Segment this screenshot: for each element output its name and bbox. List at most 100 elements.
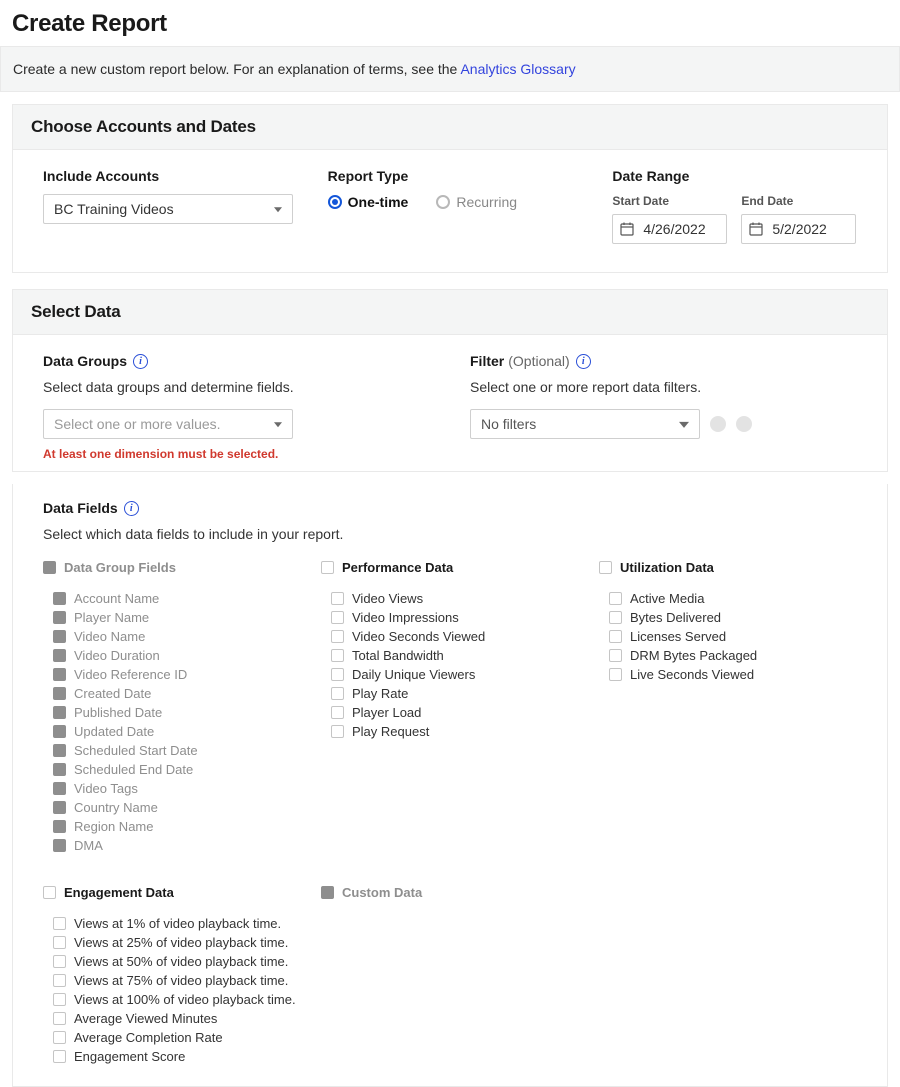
info-icon[interactable]: i [124,501,139,516]
field-checkbox[interactable] [53,801,66,814]
field-checkbox[interactable] [53,725,66,738]
field-checkbox[interactable] [331,611,344,624]
field-item: DRM Bytes Packaged [609,646,857,665]
field-checkbox[interactable] [53,839,66,852]
field-item: Views at 50% of video playback time. [53,952,301,971]
field-checkbox[interactable] [331,649,344,662]
field-label-text: Created Date [74,686,151,701]
field-label-text: Published Date [74,705,162,720]
field-checkbox[interactable] [53,668,66,681]
field-item: Play Request [331,722,579,741]
start-date-label: Start Date [612,194,727,208]
data-fields-label: Data Fields [43,500,118,516]
field-item: Total Bandwidth [331,646,579,665]
field-checkbox[interactable] [53,917,66,930]
select-data-header: Select Data [13,290,887,335]
field-item: Video Tags [53,779,301,798]
field-checkbox[interactable] [53,820,66,833]
field-label-text: Bytes Delivered [630,610,721,625]
analytics-glossary-link[interactable]: Analytics Glossary [460,61,575,77]
field-checkbox[interactable] [609,611,622,624]
data-group-fields-checkbox[interactable] [43,561,56,574]
field-item: Updated Date [53,722,301,741]
date-range-col: Date Range Start Date 4/26/2022 End Date [612,168,857,244]
field-checkbox[interactable] [609,649,622,662]
utilization-data-checkbox[interactable] [599,561,612,574]
performance-data-list: Video ViewsVideo ImpressionsVideo Second… [331,589,579,741]
engagement-data-checkbox[interactable] [43,886,56,899]
field-label-text: Daily Unique Viewers [352,667,475,682]
end-date-input[interactable]: 5/2/2022 [741,214,856,244]
intro-text: Create a new custom report below. For an… [13,61,460,77]
data-groups-label: Data Groups [43,353,127,369]
field-checkbox[interactable] [53,1012,66,1025]
field-checkbox[interactable] [331,687,344,700]
report-type-recurring-radio[interactable]: Recurring [436,194,517,210]
field-label-text: Account Name [74,591,159,606]
field-item: Country Name [53,798,301,817]
field-checkbox[interactable] [53,1031,66,1044]
performance-data-checkbox[interactable] [321,561,334,574]
chevron-down-icon [274,422,282,427]
field-checkbox[interactable] [53,782,66,795]
field-checkbox[interactable] [53,993,66,1006]
field-checkbox[interactable] [53,592,66,605]
field-checkbox[interactable] [609,630,622,643]
filter-select[interactable]: No filters [470,409,700,439]
radio-unselected-icon [436,195,450,209]
field-label-text: Average Viewed Minutes [74,1011,217,1026]
report-type-one-time-radio[interactable]: One-time [328,194,409,210]
field-checkbox[interactable] [331,592,344,605]
calendar-icon [749,222,763,236]
field-label-text: Video Reference ID [74,667,187,682]
field-checkbox[interactable] [331,668,344,681]
start-date-input[interactable]: 4/26/2022 [612,214,727,244]
filter-remove-button[interactable] [710,416,726,432]
field-checkbox[interactable] [53,630,66,643]
field-checkbox[interactable] [331,630,344,643]
field-label-text: Video Impressions [352,610,459,625]
page-title: Create Report [12,10,900,38]
field-item: Views at 25% of video playback time. [53,933,301,952]
field-item: Daily Unique Viewers [331,665,579,684]
field-checkbox[interactable] [53,955,66,968]
date-range-label: Date Range [612,168,857,184]
field-checkbox[interactable] [53,744,66,757]
field-item: Video Duration [53,646,301,665]
data-fields-section: Data Fields i Select which data fields t… [12,484,888,1087]
field-checkbox[interactable] [53,611,66,624]
data-groups-select[interactable]: Select one or more values. [43,409,293,439]
custom-data-checkbox[interactable] [321,886,334,899]
data-fields-desc: Select which data fields to include in y… [43,526,857,542]
field-label-text: Player Name [74,610,149,625]
engagement-data-title: Engagement Data [64,885,174,900]
field-checkbox[interactable] [53,649,66,662]
field-checkbox[interactable] [609,592,622,605]
field-checkbox[interactable] [53,1050,66,1063]
filter-add-button[interactable] [736,416,752,432]
field-label-text: DRM Bytes Packaged [630,648,757,663]
field-checkbox[interactable] [53,763,66,776]
start-date-value: 4/26/2022 [643,221,705,237]
field-item: Account Name [53,589,301,608]
radio-selected-icon [328,195,342,209]
field-item: Published Date [53,703,301,722]
field-label-text: Views at 50% of video playback time. [74,954,288,969]
field-label-text: Scheduled End Date [74,762,193,777]
include-accounts-select[interactable]: BC Training Videos [43,194,293,224]
field-item: Views at 100% of video playback time. [53,990,301,1009]
field-checkbox[interactable] [609,668,622,681]
field-checkbox[interactable] [53,706,66,719]
info-icon[interactable]: i [133,354,148,369]
engagement-data-col: Engagement Data Views at 1% of video pla… [43,885,301,1066]
field-checkbox[interactable] [53,936,66,949]
field-checkbox[interactable] [53,687,66,700]
field-item: Live Seconds Viewed [609,665,857,684]
field-checkbox[interactable] [331,706,344,719]
field-checkbox[interactable] [331,725,344,738]
field-checkbox[interactable] [53,974,66,987]
data-group-fields-list: Account NamePlayer NameVideo NameVideo D… [53,589,301,855]
info-icon[interactable]: i [576,354,591,369]
field-item: Active Media [609,589,857,608]
field-label-text: Video Views [352,591,423,606]
